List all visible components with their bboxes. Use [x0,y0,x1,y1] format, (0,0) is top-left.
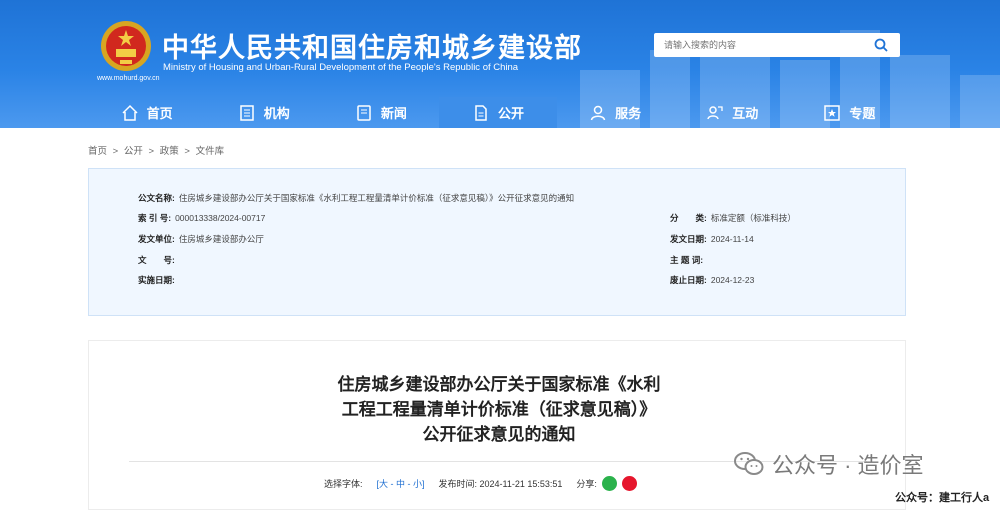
publish-time: 发布时间: 2024-11-21 15:53:51 [438,479,563,489]
info-label: 发文日期: [670,234,707,244]
info-label: 发文单位: [138,234,175,244]
breadcrumb-separator: > [184,146,190,157]
document-info-box: 公文名称: 住房城乡建设部办公厅关于国家标准《水利工程工程量清单计价标准（征求意见… [88,168,906,316]
nav-item-public[interactable]: 公开 [439,97,557,128]
info-label: 实施日期: [138,275,175,285]
info-row-subject: 主 题 词: [670,254,707,266]
info-value: 000013338/2024-00717 [175,213,266,223]
breadcrumb-policy[interactable]: 政策 [160,146,179,157]
article-meta: 选择字体: [大 - 中 - 小] 发布时间: 2024-11-21 15:53… [324,476,637,491]
watermark-text: 公众号 · 造价室 [772,453,924,478]
info-label: 索 引 号: [138,213,172,223]
breadcrumb-separator: > [148,146,155,157]
breadcrumb: 首页 > 公开 > 政策 > 文件库 [88,143,227,157]
document-icon [475,104,487,121]
info-row-implementation: 实施日期: [138,274,179,286]
nav-label: 专题 [849,106,876,121]
share-label: 分享: [576,479,597,489]
breadcrumb-public[interactable]: 公开 [124,146,143,157]
info-label: 文 号: [138,255,175,265]
site-header: 中华人民共和国住房和城乡建设部 Ministry of Housing and … [0,0,1000,128]
site-url: www.mohurd.gov.cn [97,75,160,82]
user-service-icon [590,105,606,120]
font-size-label: 选择字体: [324,479,363,489]
interaction-icon [707,105,723,119]
nav-item-topic[interactable]: 专题 [791,97,908,128]
info-value: 标准定额（标准科技） [710,213,796,223]
site-title: 中华人民共和国住房和城乡建设部 [162,33,582,64]
wechat-share-icon[interactable] [601,476,617,491]
national-emblem-icon [101,21,151,71]
info-row-deadline: 废止日期: 2024-12-23 [670,274,754,286]
wechat-icon [734,452,764,475]
breadcrumb-home[interactable]: 首页 [88,146,107,157]
nav-label: 首页 [146,106,173,121]
info-row-name: 公文名称: 住房城乡建设部办公厅关于国家标准《水利工程工程量清单计价标准（征求意见… [138,192,574,204]
article-panel: 住房城乡建设部办公厅关于国家标准《水利 工程工程量清单计价标准（征求意见稿）》 … [88,340,906,510]
info-label: 废止日期: [670,275,707,285]
nav-item-home[interactable]: 首页 [88,97,205,128]
info-value: 2024-12-23 [710,275,755,285]
info-value: 住房城乡建设部办公厅关于国家标准《水利工程工程量清单计价标准（征求意见稿）》公开… [178,193,575,203]
info-row-date: 发文日期: 2024-11-14 [670,233,754,245]
info-row-category: 分 类: 标准定额（标准科技） [670,212,796,224]
nav-label: 新闻 [380,106,407,121]
breadcrumb-library[interactable]: 文件库 [196,146,225,157]
search-input[interactable] [654,40,864,50]
article-title-line: 工程工程量清单计价标准（征求意见稿）》 [341,400,657,420]
info-row-number: 文 号: [138,254,179,266]
nav-item-news[interactable]: 新闻 [322,97,439,128]
search-icon[interactable] [874,38,888,52]
font-size-selector[interactable]: [大 - 中 - 小] [377,477,425,490]
main-nav: 首页 机构 新闻 公开 服务 互动 专题 [88,97,908,128]
nav-label: 公开 [497,106,524,121]
info-value: 住房城乡建设部办公厅 [178,234,264,244]
breadcrumb-separator: > [112,146,119,157]
info-label: 分 类: [670,213,707,223]
watermark: 公众号 · 造价室 [734,448,924,480]
home-icon [122,104,138,121]
search-box [654,33,900,57]
news-icon [357,104,371,121]
article-title-line: 公开征求意见的通知 [422,425,576,445]
weibo-share-icon[interactable] [621,476,637,491]
info-label: 主 题 词: [670,255,704,265]
site-subtitle: Ministry of Housing and Urban-Rural Deve… [163,62,519,73]
building-icon [239,104,254,121]
info-row-index: 索 引 号: 000013338/2024-00717 [138,212,265,224]
nav-label: 互动 [732,106,759,121]
info-value: 2024-11-14 [710,234,754,244]
nav-label: 机构 [263,106,290,121]
nav-item-service[interactable]: 服务 [557,97,674,128]
nav-label: 服务 [615,106,642,121]
info-label: 公文名称: [138,193,175,203]
article-title-line: 住房城乡建设部办公厅关于国家标准《水利 [337,375,661,395]
nav-item-organization[interactable]: 机构 [205,97,322,128]
topic-icon [824,104,841,121]
article-title: 住房城乡建设部办公厅关于国家标准《水利 工程工程量清单计价标准（征求意见稿）》 … [209,373,789,448]
info-row-unit: 发文单位: 住房城乡建设部办公厅 [138,233,264,245]
nav-item-interaction[interactable]: 互动 [674,97,791,128]
